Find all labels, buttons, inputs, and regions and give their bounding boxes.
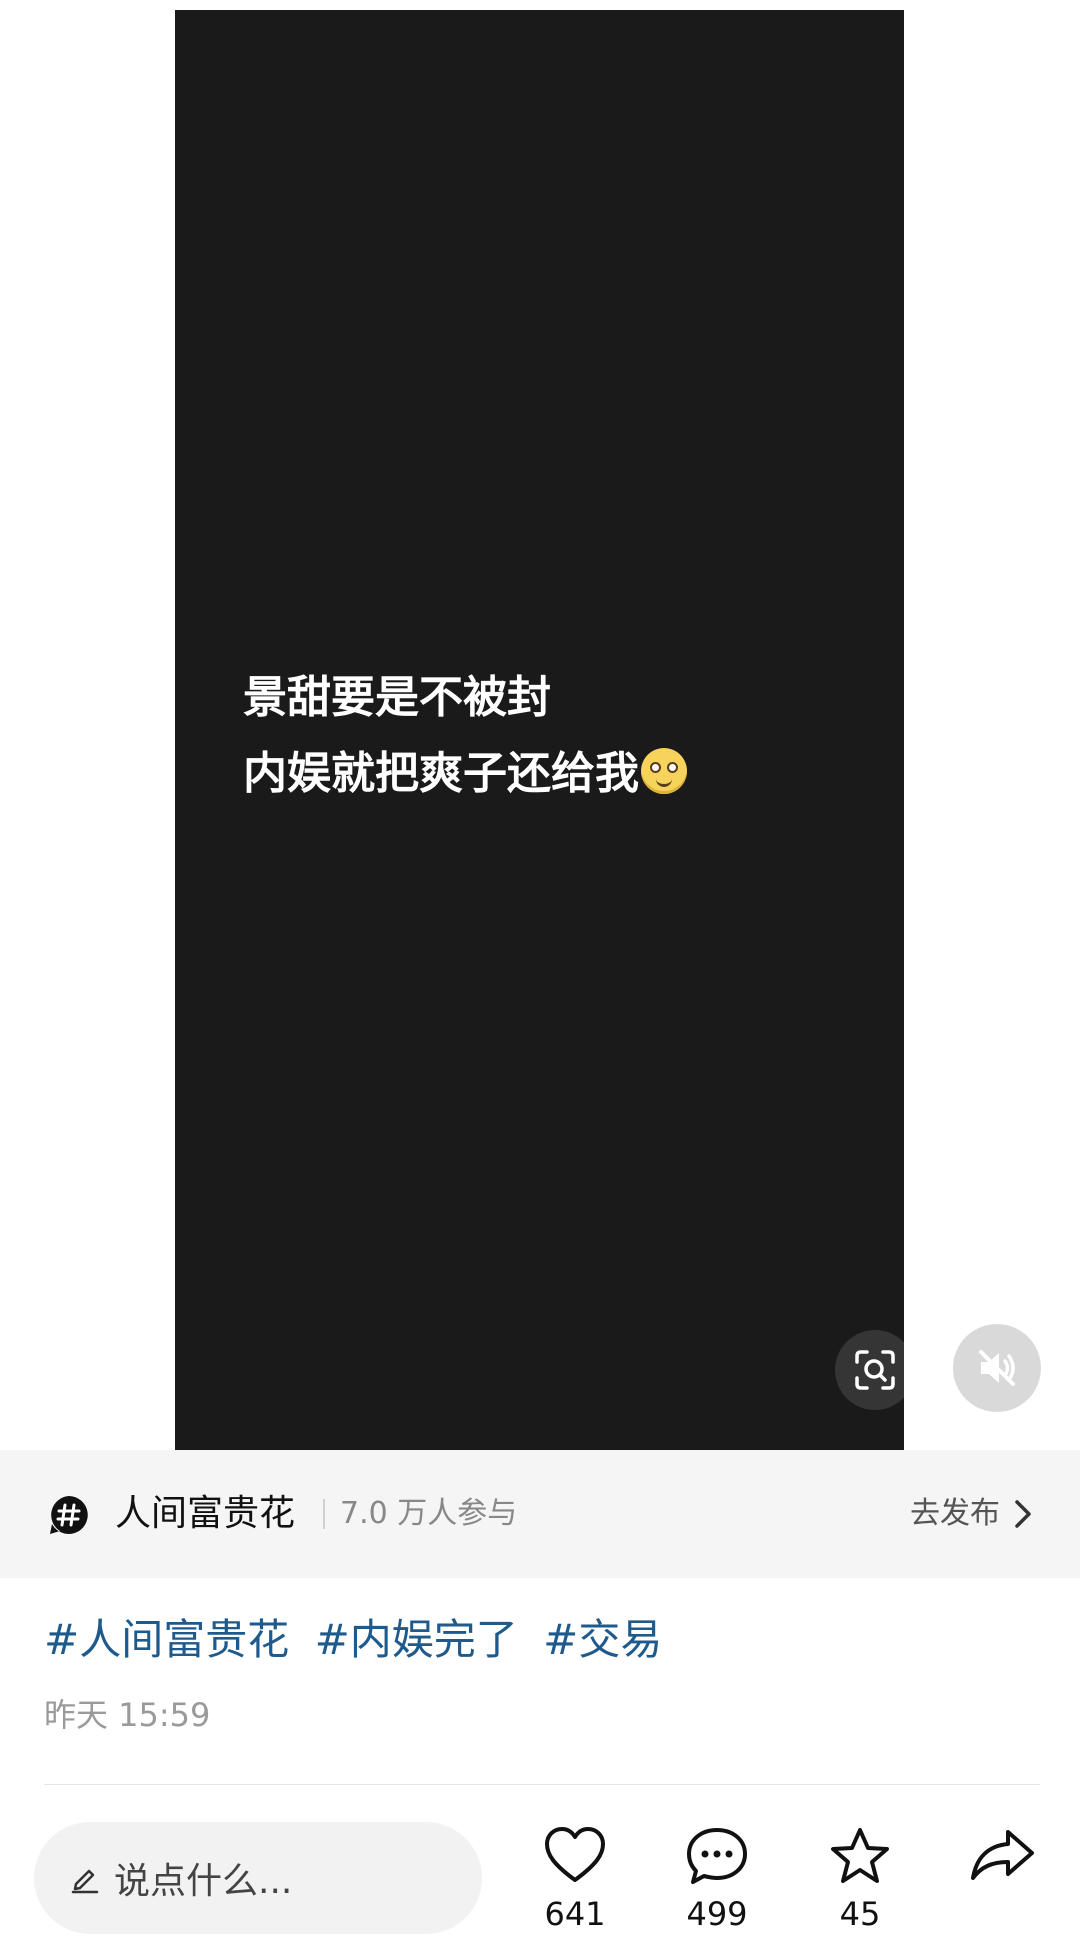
hashtag-topic-icon <box>50 1496 88 1534</box>
like-count: 641 <box>544 1895 606 1933</box>
hashtag-link[interactable]: #内娱完了 <box>315 1615 518 1664</box>
heart-icon <box>545 1827 605 1882</box>
share-arrow-icon <box>971 1830 1034 1880</box>
hashtag-list: #人间富贵花 #内娱完了 #交易 <box>44 1610 674 1670</box>
caption-line-2: 内娱就把爽子还给我 <box>243 736 687 812</box>
publish-label: 去发布 <box>910 1496 1000 1531</box>
post-timestamp: 昨天 15:59 <box>44 1696 211 1734</box>
flushed-face-emoji-icon <box>641 748 687 794</box>
favorite-button[interactable]: 45 <box>805 1826 915 1934</box>
star-icon <box>831 1828 889 1883</box>
caption-line-1: 景甜要是不被封 <box>243 672 551 723</box>
comment-bubble-icon <box>687 1828 747 1884</box>
comment-count: 499 <box>686 1895 748 1933</box>
scan-search-icon <box>855 1350 895 1390</box>
hashtag-link[interactable]: #交易 <box>543 1615 662 1664</box>
comment-input[interactable]: 说点什么... <box>34 1822 482 1934</box>
pencil-icon <box>71 1869 99 1894</box>
divider <box>323 1499 325 1529</box>
like-button[interactable]: 641 <box>520 1826 630 1934</box>
visual-search-button[interactable] <box>835 1330 915 1410</box>
hashtag-link[interactable]: #人间富贵花 <box>44 1615 289 1664</box>
publish-to-topic-button[interactable]: 去发布 <box>910 1490 1032 1538</box>
divider <box>44 1784 1040 1785</box>
comment-button[interactable]: 499 <box>662 1826 772 1934</box>
video-caption: 景甜要是不被封 内娱就把爽子还给我 <box>243 660 687 812</box>
share-button[interactable] <box>948 1826 1058 1890</box>
caption-line-2-text: 内娱就把爽子还给我 <box>243 748 639 799</box>
muted-speaker-icon <box>979 1350 1015 1386</box>
comment-placeholder: 说点什么... <box>114 1861 293 1902</box>
chevron-right-icon <box>1015 1500 1031 1528</box>
mute-toggle-button[interactable] <box>953 1324 1041 1412</box>
topic-participant-count: 7.0 万人参与 <box>340 1496 518 1531</box>
topic-name[interactable]: 人间富贵花 <box>115 1490 295 1538</box>
video-player[interactable]: 景甜要是不被封 内娱就把爽子还给我 <box>175 10 904 1450</box>
topic-bar[interactable]: 人间富贵花 7.0 万人参与 去发布 <box>0 1450 1080 1578</box>
favorite-count: 45 <box>839 1895 881 1933</box>
